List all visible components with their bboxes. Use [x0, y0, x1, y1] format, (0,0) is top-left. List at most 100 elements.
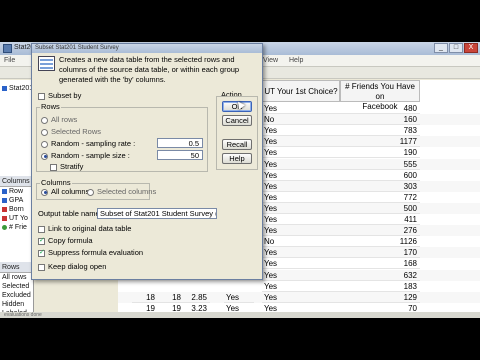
all-columns-radio[interactable]: [41, 188, 48, 196]
table-cell-friends[interactable]: 1126: [340, 236, 420, 248]
sampling-rate-input[interactable]: 0.5: [157, 138, 203, 148]
random-rate-radio[interactable]: [41, 140, 48, 148]
letterbox-top: [0, 0, 480, 42]
subset-by-checkbox[interactable]: [38, 92, 45, 100]
table-cell-friends[interactable]: 129: [340, 292, 420, 303]
table-cell-ut-left[interactable]: Yes: [224, 292, 254, 303]
table-cell-ut[interactable]: Yes: [262, 270, 340, 281]
table-cell-friends[interactable]: 276: [340, 225, 420, 237]
table-cell-a[interactable]: 18: [132, 292, 158, 303]
table-cell-friends[interactable]: 168: [340, 258, 420, 270]
table-cell-ut[interactable]: Yes: [262, 159, 340, 170]
table-cell-ut[interactable]: Yes: [262, 292, 340, 303]
suppress-option[interactable]: Suppress formula evaluation: [38, 248, 143, 257]
subset-dialog: Subset Stat201 Student Survey Creates a …: [31, 43, 263, 280]
all-rows-option[interactable]: All rows: [41, 115, 77, 124]
selected-rows-option[interactable]: Selected Rows: [41, 127, 101, 136]
table-cell-friends[interactable]: 170: [340, 247, 420, 259]
table-cell-friends[interactable]: 1177: [340, 136, 420, 148]
rows-item: All rows: [2, 274, 27, 281]
table-cell-ut[interactable]: Yes: [262, 225, 340, 237]
table-cell-friends[interactable]: 600: [340, 170, 420, 181]
table-cell-ut[interactable]: Yes: [262, 203, 340, 214]
column-label: GPA: [9, 197, 24, 204]
rows-header[interactable]: Rows: [0, 262, 34, 273]
table-cell-friends[interactable]: 160: [340, 114, 420, 126]
column-item[interactable]: GPA: [0, 196, 34, 205]
column-header-ut[interactable]: UT Your 1st Choice?: [262, 80, 340, 102]
copy-formula-option[interactable]: Copy formula: [38, 236, 93, 245]
random-size-radio[interactable]: [41, 152, 48, 160]
rows-item: Excluded: [2, 292, 31, 299]
table-cell-ut[interactable]: Yes: [262, 214, 340, 225]
all-rows-radio[interactable]: [41, 116, 48, 124]
table-cell-ut[interactable]: Yes: [262, 103, 340, 114]
continuous-icon: [2, 224, 7, 230]
menu-view[interactable]: View: [263, 57, 278, 64]
table-cell-ut[interactable]: Yes: [262, 258, 340, 270]
selected-rows-radio[interactable]: [41, 128, 48, 136]
table-cell-ut[interactable]: Yes: [262, 192, 340, 203]
random-rate-option[interactable]: Random - sampling rate :: [41, 139, 135, 148]
recall-button[interactable]: Recall: [222, 139, 252, 150]
table-cell-ut[interactable]: Yes: [262, 147, 340, 159]
column-item[interactable]: Row: [0, 187, 34, 196]
keep-open-option[interactable]: Keep dialog open: [38, 262, 106, 271]
help-button[interactable]: Help: [222, 153, 252, 164]
table-cell-friends[interactable]: 480: [340, 103, 420, 114]
stratify-option[interactable]: Stratify: [50, 162, 83, 171]
table-cell-b[interactable]: 18: [158, 292, 184, 303]
column-header-friends-line1: # Friends You Have on: [345, 82, 415, 101]
table-cell-ut[interactable]: No: [262, 236, 340, 248]
copy-formula-checkbox[interactable]: [38, 236, 45, 245]
random-rate-label: Random - sampling rate :: [51, 139, 136, 148]
table-cell-ut[interactable]: Yes: [262, 281, 340, 292]
table-cell-ut[interactable]: Yes: [262, 136, 340, 148]
random-size-label: Random - sample size :: [51, 151, 130, 160]
table-cell-ut[interactable]: Yes: [262, 247, 340, 259]
column-item[interactable]: # Frie: [0, 223, 34, 232]
menu-help[interactable]: Help: [289, 57, 303, 64]
table-cell-ut[interactable]: Yes: [262, 170, 340, 181]
columns-header[interactable]: Columns: [0, 176, 34, 187]
table-cell-friends[interactable]: 303: [340, 181, 420, 192]
table-cell-gpa[interactable]: 2.85: [184, 292, 210, 303]
menu-file[interactable]: File: [4, 57, 15, 64]
continuous-icon: [2, 197, 7, 203]
all-columns-option[interactable]: All columns: [41, 187, 89, 196]
table-cell-friends[interactable]: 783: [340, 125, 420, 137]
link-checkbox[interactable]: [38, 225, 45, 233]
suppress-checkbox[interactable]: [38, 248, 45, 257]
table-cell-friends[interactable]: 190: [340, 147, 420, 159]
minimize-button[interactable]: _: [434, 43, 448, 53]
table-cell-friends[interactable]: 632: [340, 270, 420, 281]
table-cell-friends[interactable]: 411: [340, 214, 420, 225]
table-cell-friends[interactable]: 555: [340, 159, 420, 170]
stratify-checkbox[interactable]: [50, 163, 57, 171]
table-cell-ut[interactable]: No: [262, 114, 340, 126]
cancel-button[interactable]: Cancel: [222, 115, 252, 126]
output-table-name-input[interactable]: Subset of Stat201 Student Survey (1): [97, 208, 217, 219]
table-tree-item[interactable]: Stat201: [0, 84, 34, 93]
table-cell-ut[interactable]: Yes: [262, 181, 340, 192]
maximize-button[interactable]: □: [449, 43, 463, 53]
selected-columns-radio[interactable]: [87, 188, 94, 196]
keep-open-checkbox[interactable]: [38, 263, 45, 271]
columns-group-label: Columns: [40, 178, 72, 187]
selected-rows-label: Selected Rows: [51, 127, 102, 136]
table-cell-friends[interactable]: 183: [340, 281, 420, 292]
sample-size-input[interactable]: 50: [157, 150, 203, 160]
stratify-label: Stratify: [60, 162, 84, 171]
link-option[interactable]: Link to original data table: [38, 224, 131, 233]
column-item[interactable]: Born: [0, 205, 34, 214]
selected-columns-option[interactable]: Selected columns: [87, 187, 156, 196]
column-header-friends[interactable]: # Friends You Have on Facebook: [340, 80, 420, 111]
subset-by-checkbox-row[interactable]: Subset by: [38, 91, 81, 100]
table-cell-friends[interactable]: 772: [340, 192, 420, 203]
all-rows-label: All rows: [51, 115, 78, 124]
column-item[interactable]: UT Yo: [0, 214, 34, 223]
table-cell-friends[interactable]: 500: [340, 203, 420, 214]
random-size-option[interactable]: Random - sample size :: [41, 151, 130, 160]
table-cell-ut[interactable]: Yes: [262, 125, 340, 137]
close-button[interactable]: X: [464, 43, 478, 53]
